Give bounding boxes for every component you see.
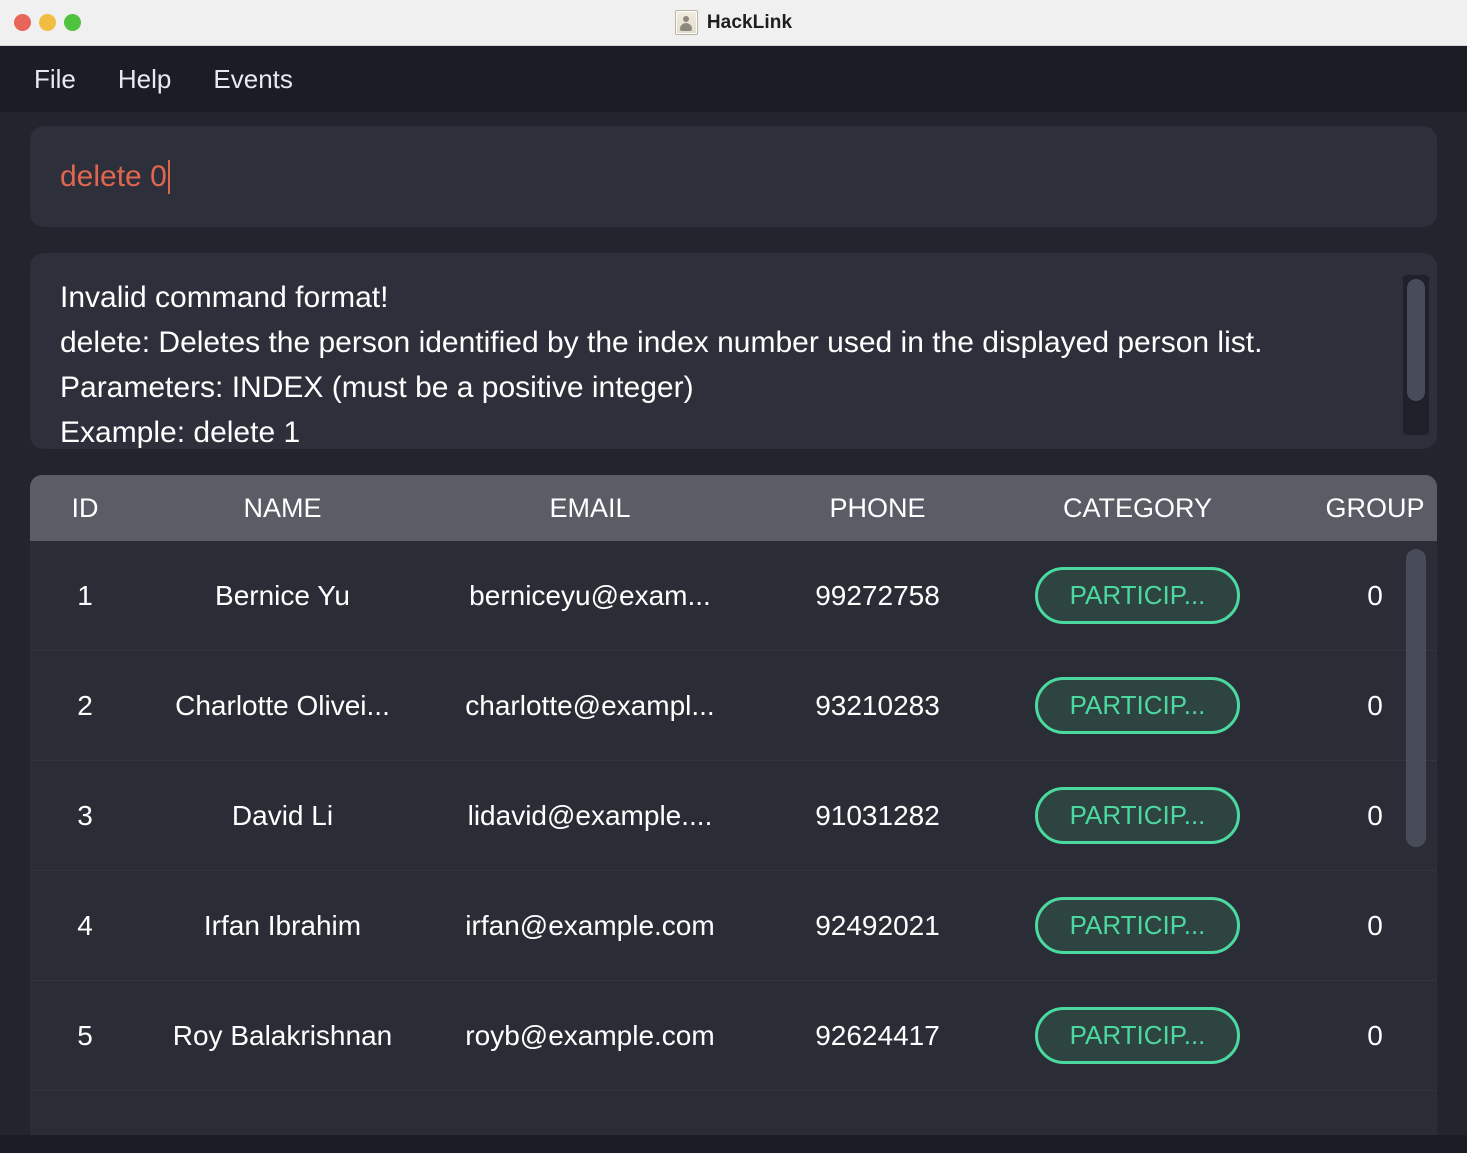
cell-id: 3 [77, 799, 93, 831]
cell-name: Irfan Ibrahim [203, 909, 362, 941]
menu-bar: File Help Events [0, 46, 1467, 112]
scrollbar-thumb[interactable] [1407, 279, 1425, 401]
menu-item-file[interactable]: File [30, 58, 97, 101]
column-header-id[interactable]: ID [30, 493, 140, 524]
column-header-email[interactable]: EMAIL [425, 493, 755, 524]
cell-id: 4 [77, 909, 93, 941]
cell-id: 1 [77, 579, 93, 611]
window-bottom-edge [0, 1135, 1467, 1153]
table-body: 1 Bernice Yu berniceyu@exam... 99272758 … [30, 541, 1437, 1135]
cell-category: PARTICIP... [1000, 1007, 1275, 1064]
window-title: HackLink [706, 11, 793, 33]
cell-phone: 99272758 [815, 579, 940, 611]
result-vertical-scrollbar[interactable] [1403, 275, 1429, 435]
cell-phone: 93210283 [815, 689, 940, 721]
table-row[interactable] [30, 1091, 1437, 1135]
contact-person-icon [674, 10, 698, 35]
table-header-row: ID NAME EMAIL PHONE CATEGORY GROUP [30, 475, 1437, 541]
person-table: ID NAME EMAIL PHONE CATEGORY GROUP 1 Ber… [30, 475, 1437, 1135]
result-line: Parameters: INDEX (must be a positive in… [60, 371, 694, 404]
minimize-button[interactable] [39, 14, 56, 31]
cell-category: PARTICIP... [1000, 787, 1275, 844]
close-button[interactable] [14, 14, 31, 31]
window-controls [0, 14, 81, 31]
table-row[interactable]: 2 Charlotte Olivei... charlotte@exampl..… [30, 651, 1437, 761]
result-line: Example: delete 1 [60, 416, 301, 449]
menu-item-help[interactable]: Help [97, 58, 192, 101]
category-badge: PARTICIP... [1035, 1007, 1240, 1064]
main-content: delete 0 Invalid command format! delete:… [0, 112, 1467, 1135]
cell-id: 2 [77, 689, 93, 721]
cell-category: PARTICIP... [1000, 677, 1275, 734]
text-caret [167, 159, 170, 194]
cell-id: 5 [77, 1019, 93, 1051]
window-title-group: HackLink [0, 0, 1467, 45]
cell-name: David Li [231, 799, 334, 831]
app-window: HackLink File Help Events delete 0 Inval… [0, 0, 1467, 1153]
command-input-value: delete 0 [60, 159, 167, 193]
table-vertical-scrollbar[interactable] [1403, 541, 1429, 1135]
category-badge: PARTICIP... [1035, 897, 1240, 954]
cell-email: charlotte@exampl... [465, 689, 715, 721]
command-input-box[interactable]: delete 0 [30, 126, 1437, 227]
result-line: Invalid command format! [60, 281, 389, 314]
cell-name: Bernice Yu [215, 579, 350, 611]
cell-email: royb@example.com [465, 1019, 715, 1051]
menu-item-events[interactable]: Events [192, 58, 314, 101]
cell-name: Charlotte Olivei... [175, 689, 390, 721]
column-header-category[interactable]: CATEGORY [1000, 493, 1275, 524]
cell-email: berniceyu@exam... [469, 579, 711, 611]
scrollbar-thumb[interactable] [1406, 549, 1426, 847]
result-line: delete: Deletes the person identified by… [60, 326, 1263, 359]
column-header-phone[interactable]: PHONE [755, 493, 1000, 524]
table-row[interactable]: 3 David Li lidavid@example.... 91031282 … [30, 761, 1437, 871]
cell-phone: 91031282 [815, 799, 940, 831]
title-bar: HackLink [0, 0, 1467, 46]
column-header-group[interactable]: GROUP [1275, 493, 1437, 524]
table-row[interactable]: 5 Roy Balakrishnan royb@example.com 9262… [30, 981, 1437, 1091]
cell-name: Roy Balakrishnan [172, 1019, 393, 1051]
cell-email: lidavid@example.... [467, 799, 713, 831]
cell-category: PARTICIP... [1000, 897, 1275, 954]
category-badge: PARTICIP... [1035, 677, 1240, 734]
cell-email: irfan@example.com [465, 909, 715, 941]
maximize-button[interactable] [64, 14, 81, 31]
cell-category: PARTICIP... [1000, 567, 1275, 624]
cell-phone: 92624417 [815, 1019, 940, 1051]
category-badge: PARTICIP... [1035, 787, 1240, 844]
table-row[interactable]: 1 Bernice Yu berniceyu@exam... 99272758 … [30, 541, 1437, 651]
cell-phone: 92492021 [815, 909, 940, 941]
table-row[interactable]: 4 Irfan Ibrahim irfan@example.com 924920… [30, 871, 1437, 981]
category-badge: PARTICIP... [1035, 567, 1240, 624]
result-display-box: Invalid command format! delete: Deletes … [30, 253, 1437, 449]
column-header-name[interactable]: NAME [140, 493, 425, 524]
